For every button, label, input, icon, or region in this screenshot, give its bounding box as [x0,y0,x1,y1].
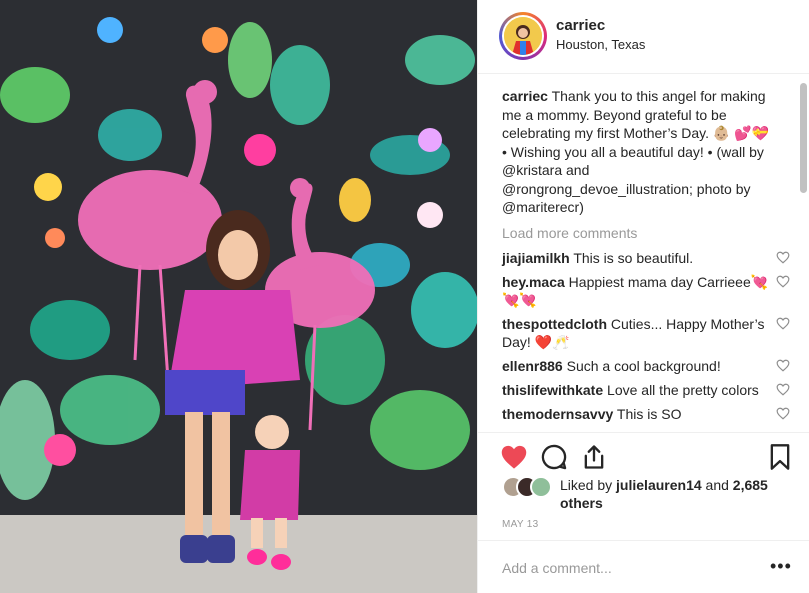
comment-username[interactable]: themodernsavvy [502,406,613,422]
add-comment-input[interactable] [502,558,752,578]
heart-outline-icon[interactable] [776,275,790,288]
heart-filled-icon[interactable] [500,443,528,471]
load-more-comments-link[interactable]: Load more comments [502,225,800,241]
caption-username[interactable]: carriec [502,88,548,104]
chalk-mural-photo [0,0,477,593]
comment-item: themodernsavvy This is SO [502,405,790,423]
likes-prefix: Liked by [560,477,617,493]
comment-text: Such a cool background! [566,357,721,374]
avatar-image [504,17,542,55]
heart-outline-icon[interactable] [776,359,790,372]
comment-item: ellenr886 Such a cool background! [502,357,790,375]
heart-outline-icon[interactable] [776,251,790,264]
comment-username[interactable]: thislifewithkate [502,382,603,398]
comment-username[interactable]: hey.maca [502,274,565,290]
comment-text: Love all the pretty colors [607,381,759,398]
likes-text: Liked by julielauren14 and 2,685 others [560,476,790,512]
heart-outline-icon[interactable] [776,383,790,396]
likes-summary: Liked by julielauren14 and 2,685 others [502,474,802,514]
post-username[interactable]: carriec [556,17,605,34]
comment-username[interactable]: ellenr886 [502,358,563,374]
more-options-icon[interactable]: ••• [770,557,792,575]
liker-username[interactable]: julielauren14 [616,477,702,493]
comment-text: This is SO [616,405,682,422]
post-location[interactable]: Houston, Texas [556,37,645,52]
story-ring[interactable] [499,12,547,60]
post-header: carriec Houston, Texas [478,0,809,74]
comments-scrollbar[interactable] [800,75,807,431]
comment-username[interactable]: thespottedcloth [502,316,607,332]
likes-mid: and [701,477,733,493]
action-bar [478,432,809,480]
comment-item: hey.maca Happiest mama day Carrieee💘💘💘 [502,273,790,309]
comment-item: jiajiamilkh This is so beautiful. [502,249,790,267]
bookmark-icon[interactable] [766,443,794,471]
liker-avatars[interactable] [502,476,556,502]
caption-text: Thank you to this angel for making me a … [502,88,770,215]
avatar[interactable] [504,17,542,55]
post-date[interactable]: MAY 13 [502,519,538,530]
post-side-panel: carriec Houston, Texas carriec Thank you… [477,0,809,593]
share-icon[interactable] [580,443,608,471]
comment-item: thislifewithkate Love all the pretty col… [502,381,790,399]
scrollbar-thumb[interactable] [800,83,807,193]
heart-outline-icon[interactable] [776,317,790,330]
comments-list[interactable]: carriec Thank you to this angel for maki… [478,75,800,432]
post-caption: carriec Thank you to this angel for maki… [502,87,774,217]
post-photo[interactable] [0,0,477,593]
avatar[interactable] [530,476,552,498]
add-comment-bar: ••• [478,540,809,593]
comment-icon[interactable] [540,443,568,471]
heart-outline-icon[interactable] [776,407,790,420]
comment-text: This is so beautiful. [573,249,694,266]
comment-username[interactable]: jiajiamilkh [502,250,570,266]
comment-item: thespottedcloth Cuties... Happy Mother’s… [502,315,790,351]
